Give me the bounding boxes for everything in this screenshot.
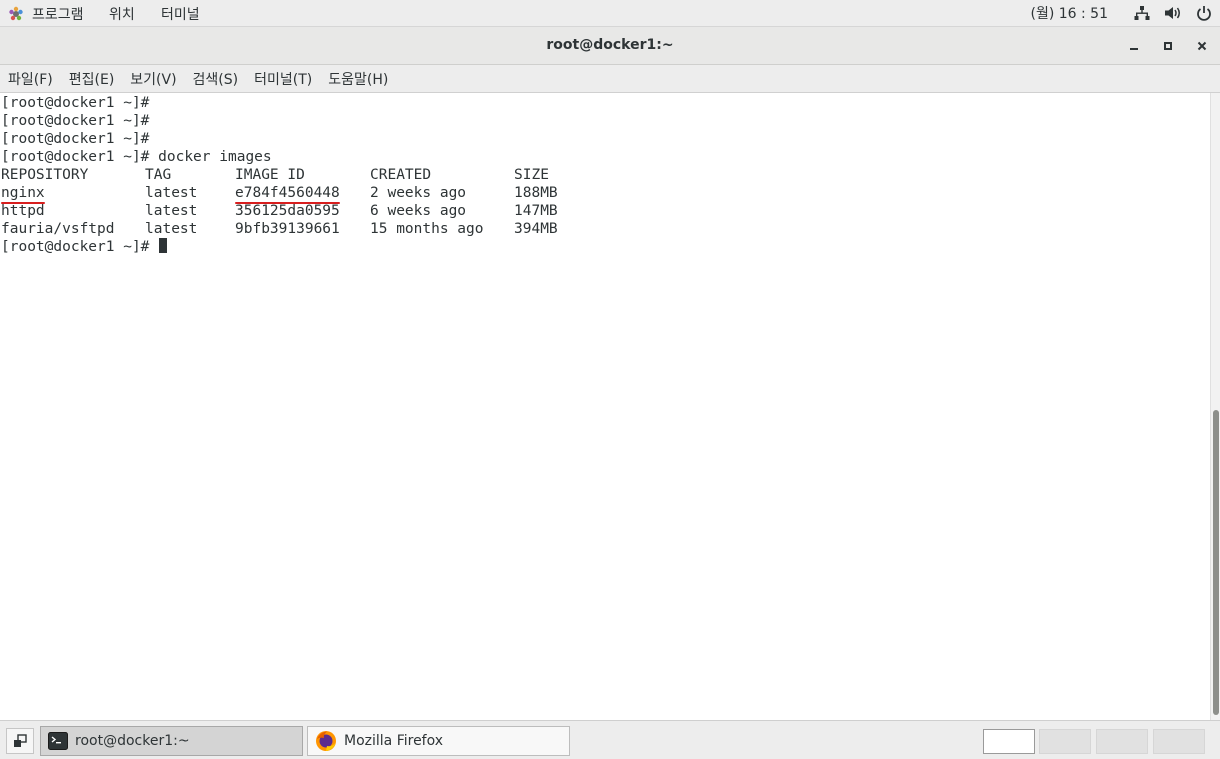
header-size: SIZE: [514, 167, 549, 183]
taskbar: root@docker1:~ Mozilla Firefox: [0, 720, 1220, 759]
close-icon: [1197, 41, 1207, 51]
task-terminal[interactable]: root@docker1:~: [40, 726, 303, 756]
menu-file[interactable]: 파일(F): [8, 69, 61, 89]
menu-view[interactable]: 보기(V): [130, 69, 184, 89]
window-title: root@docker1:~: [546, 37, 674, 53]
size-cell: 394MB: [514, 221, 558, 237]
workspace-1[interactable]: [983, 729, 1035, 754]
repository-cell: httpd: [1, 203, 45, 219]
created-cell: 2 weeks ago: [370, 185, 467, 201]
power-icon[interactable]: [1196, 5, 1212, 21]
terminal-line: [root@docker1 ~]#: [0, 112, 1210, 130]
applications-menu[interactable]: 프로그램: [8, 4, 84, 24]
text-cursor: [159, 238, 168, 253]
task-firefox-label: Mozilla Firefox: [344, 733, 444, 749]
command-text: docker images: [158, 149, 272, 165]
menu-search[interactable]: 검색(S): [193, 69, 247, 89]
task-terminal-label: root@docker1:~: [75, 733, 190, 749]
terminal-line: [root@docker1 ~]#: [0, 130, 1210, 148]
prompt: [root@docker1 ~]#: [1, 239, 150, 255]
prompt: [root@docker1 ~]#: [1, 131, 150, 147]
image-id-cell: 9bfb39139661: [235, 221, 340, 237]
tag-cell: latest: [145, 203, 198, 219]
terminal-menubar: 파일(F) 편집(E) 보기(V) 검색(S) 터미널(T) 도움말(H): [0, 65, 1220, 93]
window-titlebar[interactable]: root@docker1:~: [0, 27, 1220, 65]
scrollbar-thumb[interactable]: [1213, 410, 1219, 715]
table-header-row: REPOSITORY TAG IMAGE ID CREATED SIZE: [0, 166, 1210, 184]
header-tag: TAG: [145, 167, 172, 183]
created-cell: 6 weeks ago: [370, 203, 467, 219]
maximize-icon: [1164, 42, 1172, 50]
close-button[interactable]: [1191, 36, 1213, 56]
applications-menu-label: 프로그램: [32, 7, 84, 23]
clock[interactable]: (월) 16 : 51: [1030, 3, 1108, 23]
prompt: [root@docker1 ~]#: [1, 95, 150, 111]
repository-cell: nginx: [1, 185, 45, 201]
firefox-icon: [315, 730, 337, 752]
places-menu[interactable]: 위치: [109, 4, 135, 24]
size-cell: 147MB: [514, 203, 558, 219]
menu-terminal[interactable]: 터미널(T): [254, 69, 320, 89]
prompt: [root@docker1 ~]#: [1, 149, 150, 165]
terminal-line: [root@docker1 ~]# docker images: [0, 148, 1210, 166]
size-cell: 188MB: [514, 185, 558, 201]
task-firefox[interactable]: Mozilla Firefox: [307, 726, 570, 756]
applications-icon: [9, 6, 23, 21]
terminal-output[interactable]: [root@docker1 ~]# [root@docker1 ~]# [roo…: [0, 93, 1210, 720]
minimize-icon: [1130, 48, 1138, 50]
show-desktop-button[interactable]: [6, 728, 34, 754]
minimize-button[interactable]: [1123, 36, 1145, 56]
terminal-app-menu-label: 터미널: [161, 7, 200, 23]
terminal-line: [root@docker1 ~]#: [0, 94, 1210, 112]
table-row: httpd latest 356125da0595 6 weeks ago 147MB: [0, 202, 1210, 220]
places-menu-label: 위치: [109, 7, 135, 23]
maximize-button[interactable]: [1157, 36, 1179, 56]
terminal-app-menu[interactable]: 터미널: [161, 4, 200, 24]
terminal-scrollbar[interactable]: [1210, 93, 1220, 720]
show-desktop-icon: [14, 734, 27, 747]
network-icon[interactable]: [1134, 5, 1150, 21]
tag-cell: latest: [145, 185, 198, 201]
image-id-cell: e784f4560448: [235, 185, 340, 201]
created-cell: 15 months ago: [370, 221, 484, 237]
menu-edit[interactable]: 편집(E): [69, 69, 123, 89]
workspace-2[interactable]: [1039, 729, 1091, 754]
repository-cell: fauria/vsftpd: [1, 221, 115, 237]
image-id-cell: 356125da0595: [235, 203, 340, 219]
terminal-icon: [48, 732, 68, 750]
menu-help[interactable]: 도움말(H): [328, 69, 396, 89]
prompt: [root@docker1 ~]#: [1, 113, 150, 129]
terminal-line: [root@docker1 ~]#: [0, 238, 1210, 256]
table-row: nginx latest e784f4560448 2 weeks ago 188MB: [0, 184, 1210, 202]
header-image-id: IMAGE ID: [235, 167, 305, 183]
tag-cell: latest: [145, 221, 198, 237]
workspace-4[interactable]: [1153, 729, 1205, 754]
top-panel: 프로그램 위치 터미널 (월) 16 : 51: [0, 0, 1220, 27]
workspace-3[interactable]: [1096, 729, 1148, 754]
table-row: fauria/vsftpd latest 9bfb39139661 15 months…: [0, 220, 1210, 238]
volume-icon[interactable]: [1164, 5, 1182, 21]
header-repository: REPOSITORY: [1, 167, 89, 183]
header-created: CREATED: [370, 167, 432, 183]
